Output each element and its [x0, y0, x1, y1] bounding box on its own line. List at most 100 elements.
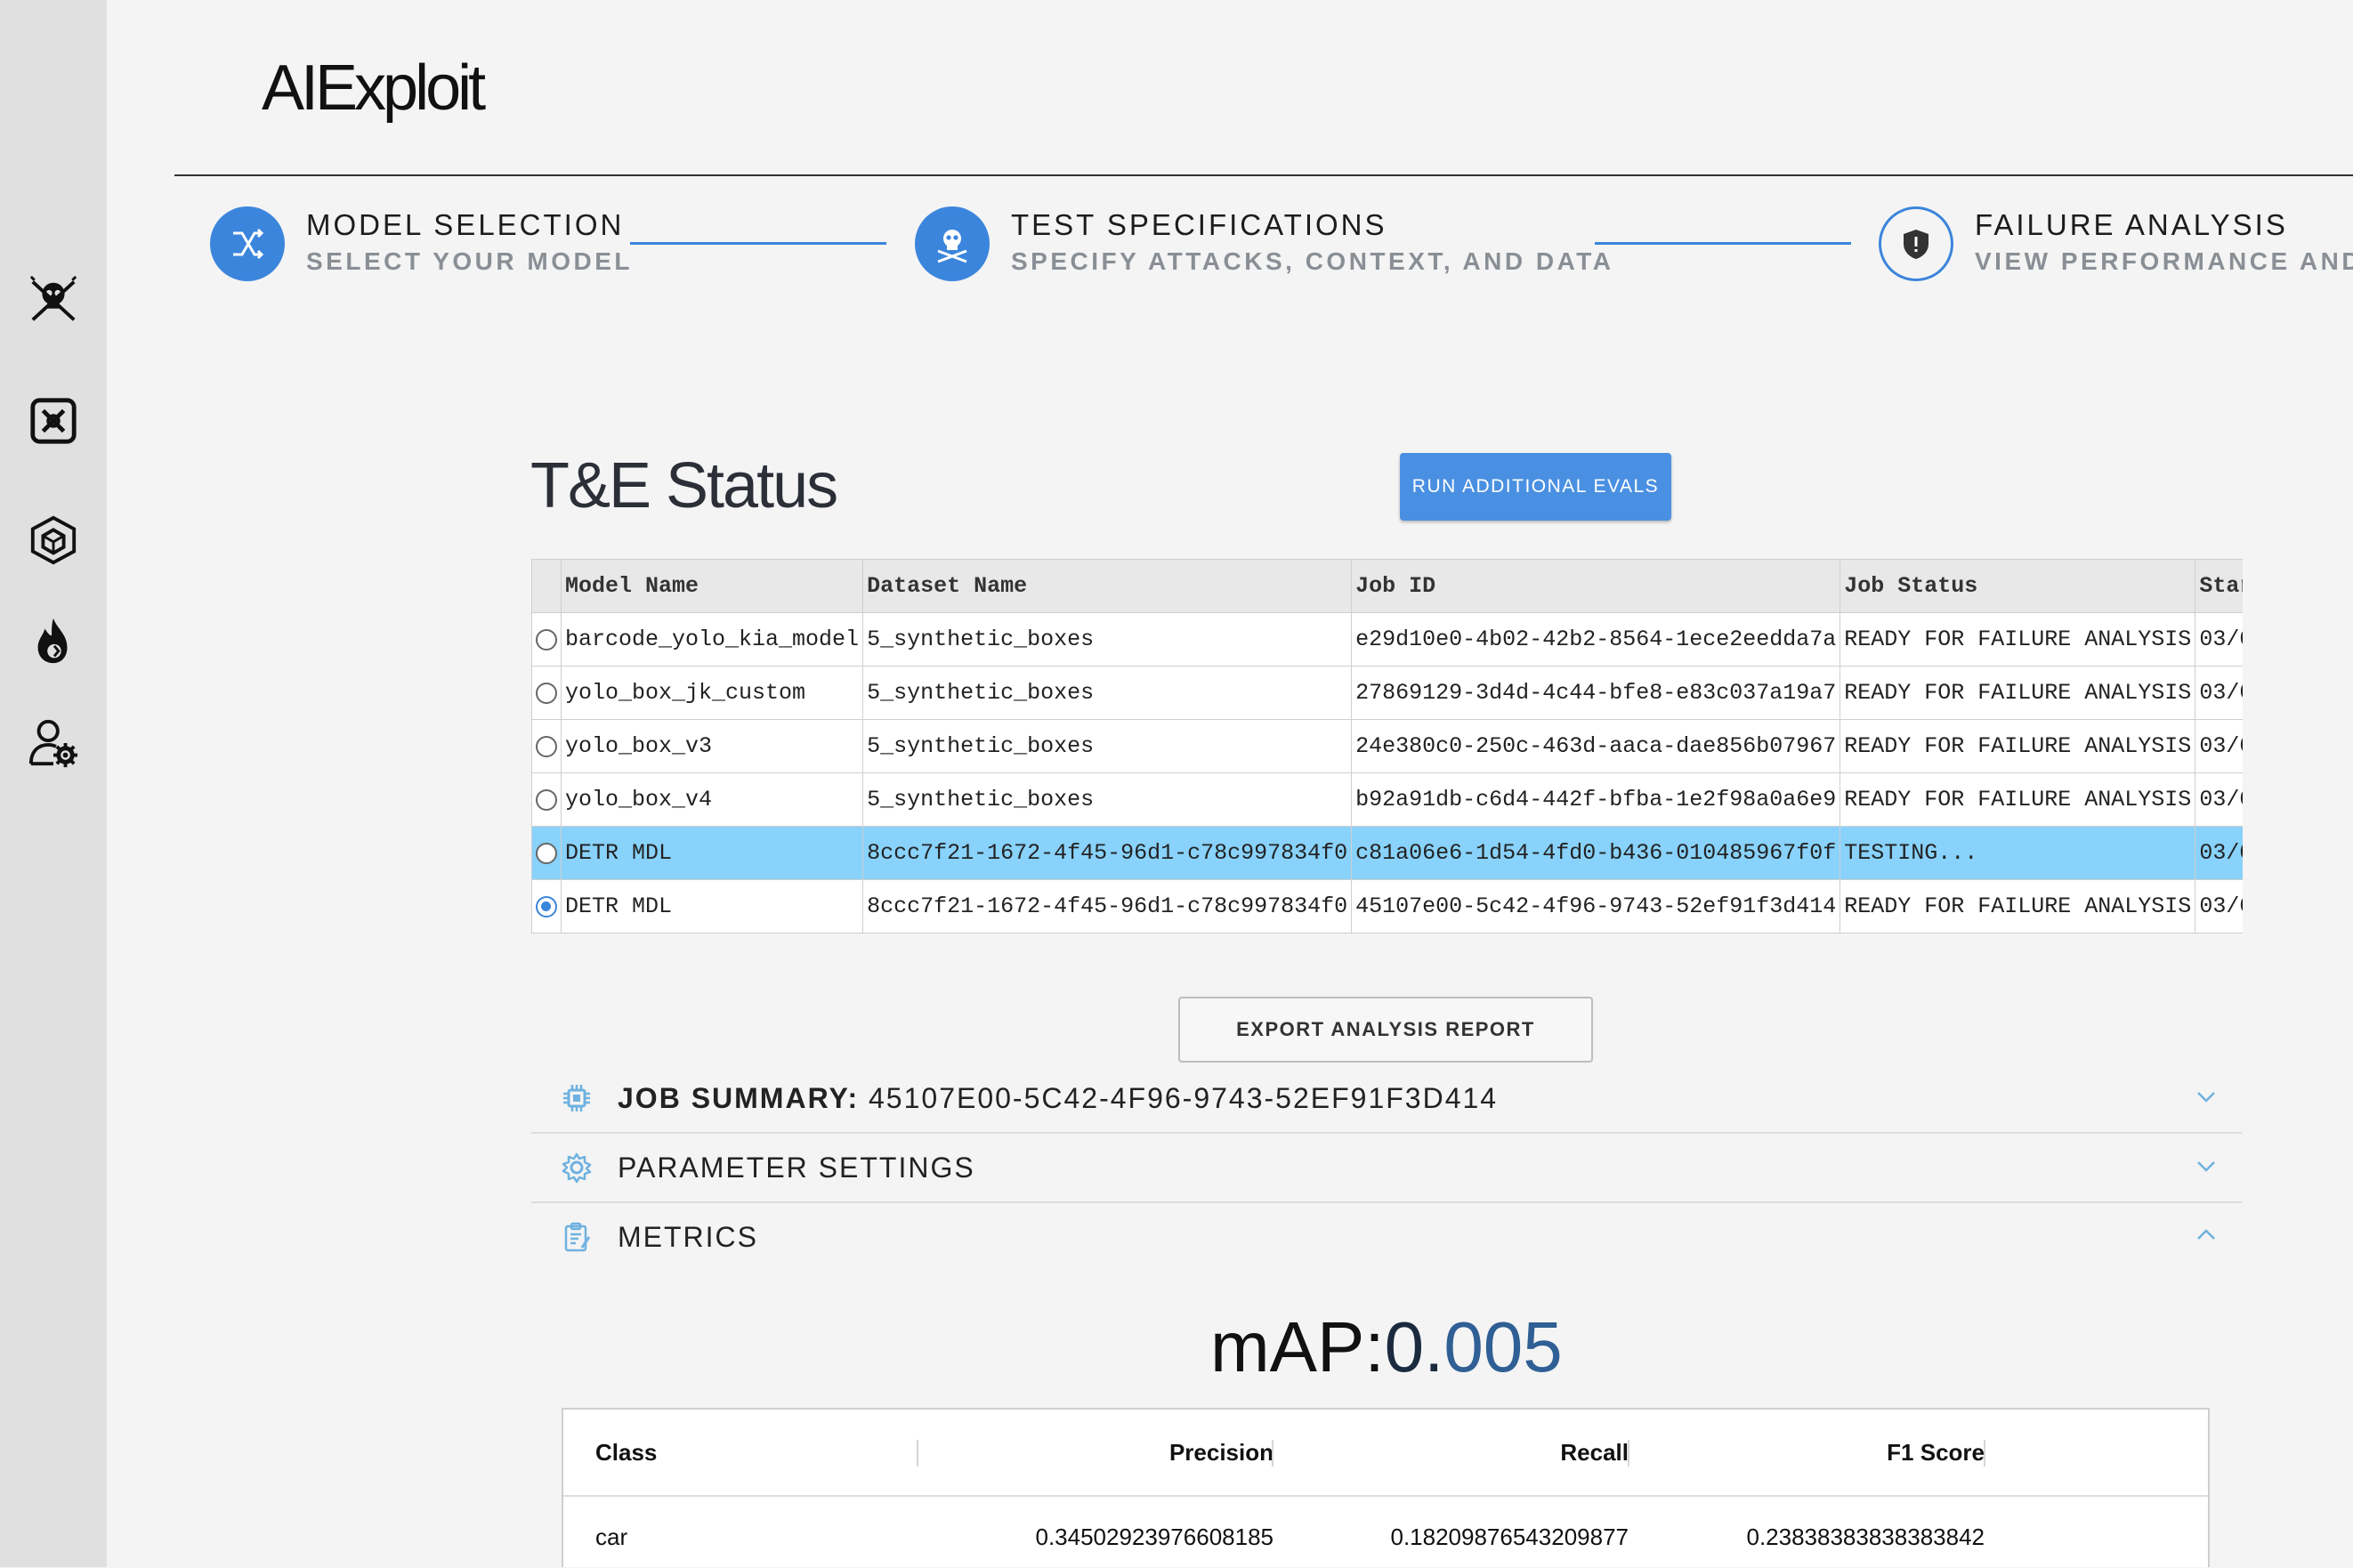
row-radio-button[interactable] [536, 895, 557, 917]
clipboard-icon [561, 1221, 593, 1253]
run-additional-evals-button[interactable]: RUN ADDITIONAL EVALS [1400, 453, 1671, 521]
metrics-row: car 0.34502923976608185 0.18209876543209… [563, 1497, 2208, 1568]
step-subtitle: SPECIFY ATTACKS, CONTEXT, AND DATA [1011, 247, 1614, 275]
cell-job-status: READY FOR FAILURE ANALYSIS [1840, 719, 2196, 773]
table-row[interactable]: DETR MDL 8ccc7f21-1672-4f45-96d1-c78c9978… [532, 826, 2243, 880]
app-logo: AIExploit [262, 53, 486, 124]
accordion-label: METRICS [618, 1221, 758, 1253]
row-radio-button[interactable] [536, 628, 557, 651]
job-summary-value: 45107E00-5C42-4F96-9743-52EF91F3D414 [869, 1082, 1499, 1114]
map-value-int: 0. [1384, 1307, 1444, 1386]
row-radio-button[interactable] [536, 788, 557, 811]
cell-start: 03/0 [2195, 772, 2243, 827]
map-score: mAP:0.005 [1210, 1306, 1563, 1388]
jobs-grid: Model Name Dataset Name Job ID Job Statu… [532, 560, 2243, 934]
accordion-metrics[interactable]: METRICS [531, 1203, 2242, 1271]
row-select-cell[interactable] [532, 879, 562, 934]
table-row[interactable]: barcode_yolo_kia_model 5_synthetic_boxes e… [532, 612, 2243, 667]
metric-class: car [595, 1524, 628, 1550]
map-label: mAP: [1210, 1307, 1385, 1386]
cell-start: 03/0 [2195, 879, 2243, 934]
chevron-down-icon[interactable] [2195, 1086, 2217, 1107]
row-select-cell[interactable] [532, 772, 562, 827]
row-radio-button[interactable] [536, 682, 557, 704]
cell-job-id: b92a91db-c6d4-442f-bfba-1e2f98a0a6e9 [1351, 772, 1841, 827]
row-radio-button[interactable] [536, 735, 557, 757]
accordion-job-summary[interactable]: JOB SUMMARY: 45107E00-5C42-4F96-9743-52E… [531, 1064, 2242, 1134]
user-settings-icon[interactable] [27, 716, 80, 770]
column-separator[interactable] [1272, 1440, 1274, 1467]
row-radio-button[interactable] [536, 842, 557, 864]
step-title: MODEL SELECTION [306, 208, 625, 241]
fire-icon[interactable] [27, 614, 80, 667]
shuffle-icon [210, 206, 285, 281]
accordion-parameter-settings[interactable]: PARAMETER SETTINGS [531, 1134, 2242, 1203]
column-separator[interactable] [1628, 1440, 1629, 1467]
skull-icon [915, 206, 990, 281]
column-header-status[interactable]: Job Status [1840, 560, 2196, 613]
cell-job-status: READY FOR FAILURE ANALYSIS [1840, 772, 2196, 827]
gear-icon [561, 1152, 593, 1184]
column-header-start[interactable]: Star [2195, 560, 2243, 613]
table-row[interactable]: yolo_box_v4 5_synthetic_boxes b92a91db-c6d… [532, 772, 2243, 827]
column-header-recall[interactable]: Recall [1560, 1439, 1629, 1467]
table-row[interactable]: yolo_box_jk_custom 5_synthetic_boxes 27869… [532, 666, 2243, 720]
step-title: TEST SPECIFICATIONS [1011, 208, 1387, 241]
cell-model-name: DETR MDL [561, 826, 864, 880]
metrics-header-row: Class Precision Recall F1 Score [563, 1410, 2208, 1497]
metric-recall: 0.18209876543209877 [1390, 1524, 1629, 1550]
cell-start: 03/0 [2195, 666, 2243, 720]
column-separator[interactable] [917, 1440, 918, 1467]
cell-model-name: DETR MDL [561, 879, 864, 934]
cell-start: 03/0 [2195, 826, 2243, 880]
cube-icon[interactable] [27, 513, 80, 567]
table-header-row: Model Name Dataset Name Job ID Job Statu… [532, 560, 2243, 613]
header-divider [174, 174, 2353, 176]
row-select-cell[interactable] [532, 612, 562, 667]
column-header-job-id[interactable]: Job ID [1351, 560, 1841, 613]
row-select-cell[interactable] [532, 666, 562, 720]
jobs-table: Model Name Dataset Name Job ID Job Statu… [531, 559, 2243, 934]
cell-job-id: c81a06e6-1d54-4fd0-b436-010485967f0f [1351, 826, 1841, 880]
step-subtitle: VIEW PERFORMANCE AND F [1975, 247, 2353, 275]
column-header-class[interactable]: Class [595, 1439, 657, 1467]
page-title: T&E Status [530, 450, 838, 521]
select-column-header [532, 560, 562, 613]
cell-job-status: READY FOR FAILURE ANALYSIS [1840, 612, 2196, 667]
step-connector [1595, 242, 1851, 245]
sidebar [0, 0, 107, 1567]
step-subtitle: SELECT YOUR MODEL [306, 247, 634, 275]
cell-model-name: yolo_box_v3 [561, 719, 864, 773]
metric-precision: 0.34502923976608185 [1035, 1524, 1274, 1550]
column-header-model[interactable]: Model Name [561, 560, 864, 613]
column-header-precision[interactable]: Precision [1169, 1439, 1274, 1467]
column-header-f1[interactable]: F1 Score [1887, 1439, 1985, 1467]
table-row[interactable]: yolo_box_v3 5_synthetic_boxes 24e380c0-250… [532, 719, 2243, 773]
cell-dataset-name: 5_synthetic_boxes [862, 612, 1353, 667]
accordion-label: JOB SUMMARY: 45107E00-5C42-4F96-9743-52E… [618, 1082, 1498, 1115]
cell-dataset-name: 5_synthetic_boxes [862, 666, 1353, 720]
chip-icon [561, 1082, 593, 1114]
cell-job-id: 24e380c0-250c-463d-aaca-dae856b07967 [1351, 719, 1841, 773]
model-box-icon[interactable] [27, 394, 80, 448]
metric-f1: 0.23838383838383842 [1746, 1524, 1985, 1550]
table-row[interactable]: DETR MDL 8ccc7f21-1672-4f45-96d1-c78c9978… [532, 879, 2243, 934]
cell-dataset-name: 8ccc7f21-1672-4f45-96d1-c78c997834f0 [862, 879, 1353, 934]
cell-job-status: READY FOR FAILURE ANALYSIS [1840, 666, 2196, 720]
chevron-down-icon[interactable] [2195, 1155, 2217, 1176]
column-separator[interactable] [1984, 1440, 1985, 1467]
column-header-dataset[interactable]: Dataset Name [862, 560, 1353, 613]
cell-job-id: e29d10e0-4b02-42b2-8564-1ece2eedda7a [1351, 612, 1841, 667]
row-select-cell[interactable] [532, 826, 562, 880]
skull-crossbones-icon[interactable] [27, 274, 80, 327]
cell-dataset-name: 5_synthetic_boxes [862, 772, 1353, 827]
cell-start: 03/0 [2195, 612, 2243, 667]
cell-model-name: yolo_box_v4 [561, 772, 864, 827]
cell-job-id: 45107e00-5c42-4f96-9743-52ef91f3d414 [1351, 879, 1841, 934]
accordion-label: PARAMETER SETTINGS [618, 1152, 975, 1184]
export-analysis-report-button[interactable]: EXPORT ANALYSIS REPORT [1178, 997, 1593, 1063]
row-select-cell[interactable] [532, 719, 562, 773]
cell-dataset-name: 5_synthetic_boxes [862, 719, 1353, 773]
chevron-up-icon[interactable] [2195, 1224, 2217, 1246]
cell-job-status: READY FOR FAILURE ANALYSIS [1840, 879, 2196, 934]
